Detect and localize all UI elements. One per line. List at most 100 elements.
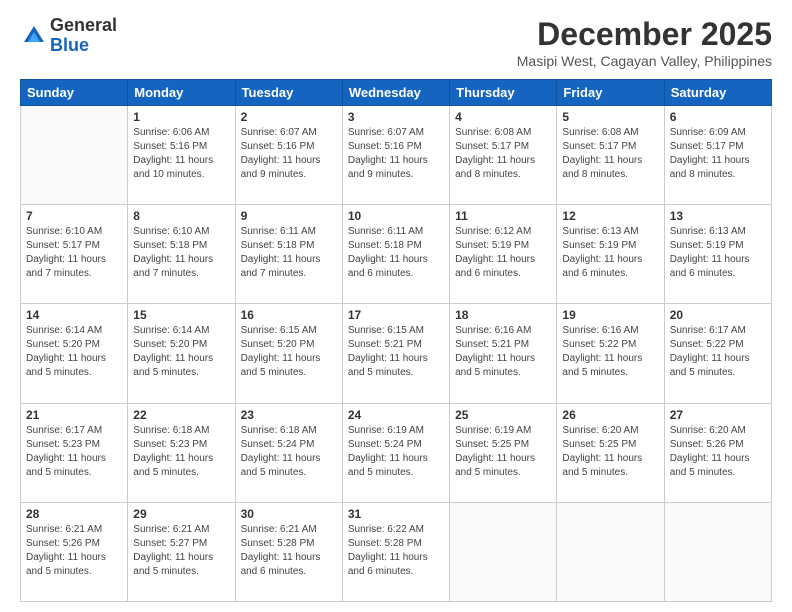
day-info: Sunrise: 6:18 AM Sunset: 5:24 PM Dayligh… — [241, 424, 337, 480]
header: General Blue December 2025 Masipi West, … — [20, 16, 772, 69]
day-info: Sunrise: 6:14 AM Sunset: 5:20 PM Dayligh… — [26, 324, 122, 380]
calendar-week-3: 14 Sunrise: 6:14 AM Sunset: 5:20 PM Dayli… — [21, 304, 772, 403]
day-info: Sunrise: 6:17 AM Sunset: 5:22 PM Dayligh… — [670, 324, 766, 380]
day-info: Sunrise: 6:21 AM Sunset: 5:28 PM Dayligh… — [241, 523, 337, 579]
calendar-cell: 6 Sunrise: 6:09 AM Sunset: 5:17 PM Daylig… — [664, 106, 771, 205]
calendar-cell: 4Sunrise: 6:08 AM Sunset: 5:17 PM Daylig… — [450, 106, 557, 205]
day-number: 9 — [241, 209, 337, 223]
logo-icon — [20, 22, 48, 50]
title-block: December 2025 Masipi West, Cagayan Valle… — [517, 16, 772, 69]
logo-blue-text: Blue — [50, 36, 117, 56]
day-info: Sunrise: 6:11 AM Sunset: 5:18 PM Dayligh… — [241, 225, 337, 281]
day-number: 1 — [133, 110, 229, 124]
calendar-header-saturday: Saturday — [664, 80, 771, 106]
day-number: 17 — [348, 308, 444, 322]
day-number: 18 — [455, 308, 551, 322]
calendar-header-sunday: Sunday — [21, 80, 128, 106]
day-number: 22 — [133, 408, 229, 422]
day-info: Sunrise: 6:08 AM Sunset: 5:17 PM Dayligh… — [562, 126, 658, 182]
day-number: 28 — [26, 507, 122, 521]
day-number: 14 — [26, 308, 122, 322]
calendar-header-monday: Monday — [128, 80, 235, 106]
day-info: Sunrise: 6:14 AM Sunset: 5:20 PM Dayligh… — [133, 324, 229, 380]
calendar-cell: 31Sunrise: 6:22 AM Sunset: 5:28 PM Dayli… — [342, 502, 449, 601]
day-info: Sunrise: 6:20 AM Sunset: 5:25 PM Dayligh… — [562, 424, 658, 480]
calendar-cell: 29 Sunrise: 6:21 AM Sunset: 5:27 PM Dayli… — [128, 502, 235, 601]
calendar-header-row: SundayMondayTuesdayWednesdayThursdayFrid… — [21, 80, 772, 106]
calendar-cell: 9 Sunrise: 6:11 AM Sunset: 5:18 PM Daylig… — [235, 205, 342, 304]
day-number: 7 — [26, 209, 122, 223]
calendar-cell: 13 Sunrise: 6:13 AM Sunset: 5:19 PM Dayli… — [664, 205, 771, 304]
day-number: 27 — [670, 408, 766, 422]
day-info: Sunrise: 6:21 AM Sunset: 5:27 PM Dayligh… — [133, 523, 229, 579]
calendar-cell: 14 Sunrise: 6:14 AM Sunset: 5:20 PM Dayli… — [21, 304, 128, 403]
calendar-cell: 25 Sunrise: 6:19 AM Sunset: 5:25 PM Dayli… — [450, 403, 557, 502]
day-info: Sunrise: 6:12 AM Sunset: 5:19 PM Dayligh… — [455, 225, 551, 281]
day-info: Sunrise: 6:09 AM Sunset: 5:17 PM Dayligh… — [670, 126, 766, 182]
month-title: December 2025 — [517, 16, 772, 53]
day-number: 25 — [455, 408, 551, 422]
day-number: 20 — [670, 308, 766, 322]
day-number: 21 — [26, 408, 122, 422]
day-info: Sunrise: 6:19 AM Sunset: 5:25 PM Dayligh… — [455, 424, 551, 480]
day-number: 29 — [133, 507, 229, 521]
logo-general-text: General — [50, 16, 117, 36]
day-number: 19 — [562, 308, 658, 322]
day-number: 6 — [670, 110, 766, 124]
day-info: Sunrise: 6:11 AM Sunset: 5:18 PM Dayligh… — [348, 225, 444, 281]
calendar-week-4: 21 Sunrise: 6:17 AM Sunset: 5:23 PM Dayli… — [21, 403, 772, 502]
calendar-cell: 28 Sunrise: 6:21 AM Sunset: 5:26 PM Dayli… — [21, 502, 128, 601]
calendar-cell: 8 Sunrise: 6:10 AM Sunset: 5:18 PM Daylig… — [128, 205, 235, 304]
day-info: Sunrise: 6:16 AM Sunset: 5:21 PM Dayligh… — [455, 324, 551, 380]
calendar-cell: 12 Sunrise: 6:13 AM Sunset: 5:19 PM Dayli… — [557, 205, 664, 304]
day-number: 11 — [455, 209, 551, 223]
calendar-cell: 18 Sunrise: 6:16 AM Sunset: 5:21 PM Dayli… — [450, 304, 557, 403]
day-info: Sunrise: 6:13 AM Sunset: 5:19 PM Dayligh… — [562, 225, 658, 281]
calendar-header-friday: Friday — [557, 80, 664, 106]
day-info: Sunrise: 6:15 AM Sunset: 5:21 PM Dayligh… — [348, 324, 444, 380]
day-info: Sunrise: 6:16 AM Sunset: 5:22 PM Dayligh… — [562, 324, 658, 380]
day-info: Sunrise: 6:06 AM Sunset: 5:16 PM Dayligh… — [133, 126, 229, 182]
calendar-cell: 3 Sunrise: 6:07 AM Sunset: 5:16 PM Daylig… — [342, 106, 449, 205]
day-number: 5 — [562, 110, 658, 124]
logo-text: General Blue — [50, 16, 117, 56]
day-info: Sunrise: 6:10 AM Sunset: 5:18 PM Dayligh… — [133, 225, 229, 281]
calendar-cell: 10 Sunrise: 6:11 AM Sunset: 5:18 PM Dayli… — [342, 205, 449, 304]
calendar-cell: 23 Sunrise: 6:18 AM Sunset: 5:24 PM Dayli… — [235, 403, 342, 502]
day-number: 15 — [133, 308, 229, 322]
calendar-week-1: 1 Sunrise: 6:06 AM Sunset: 5:16 PM Daylig… — [21, 106, 772, 205]
calendar-cell: 21 Sunrise: 6:17 AM Sunset: 5:23 PM Dayli… — [21, 403, 128, 502]
calendar-cell: 2Sunrise: 6:07 AM Sunset: 5:16 PM Daylig… — [235, 106, 342, 205]
page: General Blue December 2025 Masipi West, … — [0, 0, 792, 612]
day-number: 10 — [348, 209, 444, 223]
day-info: Sunrise: 6:15 AM Sunset: 5:20 PM Dayligh… — [241, 324, 337, 380]
day-info: Sunrise: 6:07 AM Sunset: 5:16 PM Dayligh… — [348, 126, 444, 182]
day-number: 23 — [241, 408, 337, 422]
calendar-cell: 15 Sunrise: 6:14 AM Sunset: 5:20 PM Dayli… — [128, 304, 235, 403]
calendar-header-tuesday: Tuesday — [235, 80, 342, 106]
calendar-cell: 11 Sunrise: 6:12 AM Sunset: 5:19 PM Dayli… — [450, 205, 557, 304]
calendar-cell: 20 Sunrise: 6:17 AM Sunset: 5:22 PM Dayli… — [664, 304, 771, 403]
location-subtitle: Masipi West, Cagayan Valley, Philippines — [517, 53, 772, 69]
calendar-cell: 30Sunrise: 6:21 AM Sunset: 5:28 PM Dayli… — [235, 502, 342, 601]
calendar-week-5: 28 Sunrise: 6:21 AM Sunset: 5:26 PM Dayli… — [21, 502, 772, 601]
day-number: 31 — [348, 507, 444, 521]
calendar-cell: 5 Sunrise: 6:08 AM Sunset: 5:17 PM Daylig… — [557, 106, 664, 205]
calendar-cell: 1 Sunrise: 6:06 AM Sunset: 5:16 PM Daylig… — [128, 106, 235, 205]
calendar-table: SundayMondayTuesdayWednesdayThursdayFrid… — [20, 79, 772, 602]
day-info: Sunrise: 6:21 AM Sunset: 5:26 PM Dayligh… — [26, 523, 122, 579]
day-info: Sunrise: 6:20 AM Sunset: 5:26 PM Dayligh… — [670, 424, 766, 480]
day-number: 8 — [133, 209, 229, 223]
day-info: Sunrise: 6:13 AM Sunset: 5:19 PM Dayligh… — [670, 225, 766, 281]
day-number: 4 — [455, 110, 551, 124]
calendar-cell: 27 Sunrise: 6:20 AM Sunset: 5:26 PM Dayli… — [664, 403, 771, 502]
day-number: 13 — [670, 209, 766, 223]
calendar-cell: 7Sunrise: 6:10 AM Sunset: 5:17 PM Daylig… — [21, 205, 128, 304]
day-info: Sunrise: 6:17 AM Sunset: 5:23 PM Dayligh… — [26, 424, 122, 480]
day-number: 12 — [562, 209, 658, 223]
calendar-cell — [664, 502, 771, 601]
calendar-cell: 24Sunrise: 6:19 AM Sunset: 5:24 PM Dayli… — [342, 403, 449, 502]
day-number: 3 — [348, 110, 444, 124]
calendar-cell: 16Sunrise: 6:15 AM Sunset: 5:20 PM Dayli… — [235, 304, 342, 403]
day-info: Sunrise: 6:19 AM Sunset: 5:24 PM Dayligh… — [348, 424, 444, 480]
